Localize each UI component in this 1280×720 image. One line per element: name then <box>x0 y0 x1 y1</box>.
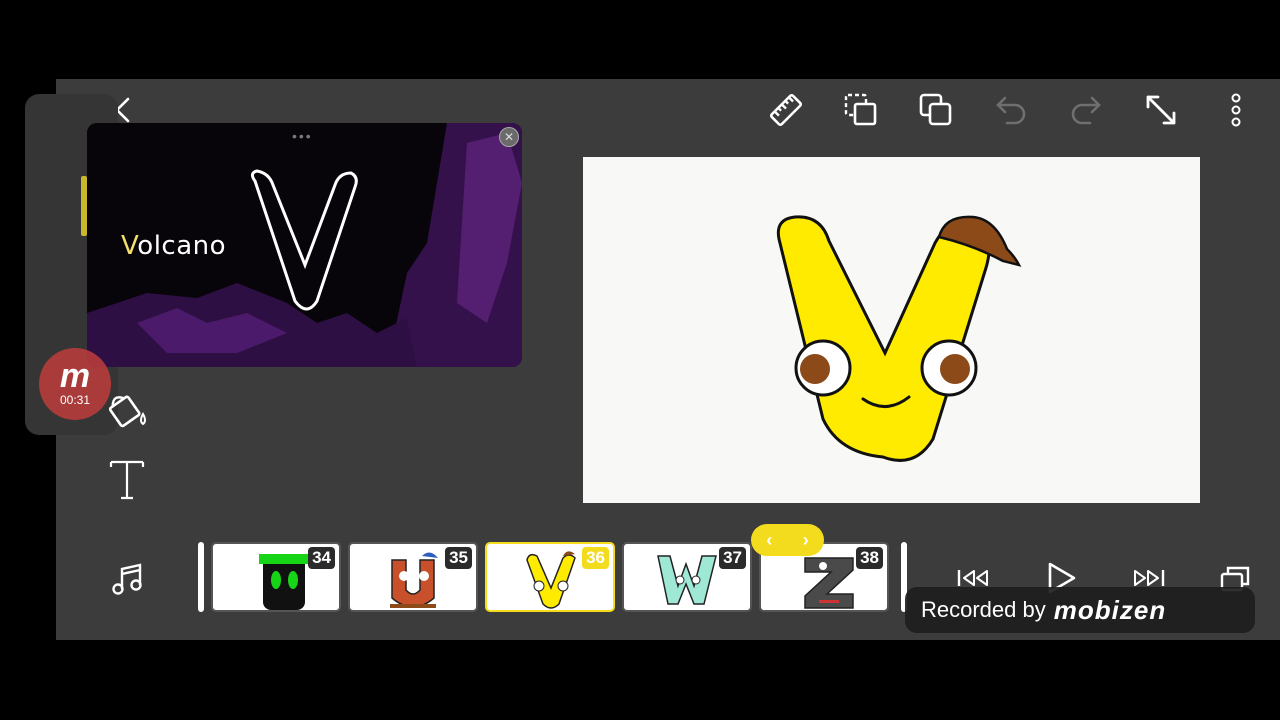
redo-icon[interactable] <box>1062 86 1110 134</box>
music-icon[interactable] <box>104 555 152 603</box>
recording-badge[interactable]: m 00:31 <box>39 348 111 420</box>
copy-frame-icon[interactable] <box>837 86 885 134</box>
frame-strip-edge <box>198 542 204 612</box>
frame-number: 36 <box>582 547 609 569</box>
frame-thumbnail[interactable]: 34 <box>211 542 341 612</box>
frame-number: 34 <box>308 547 335 569</box>
timeline-scroll-handle[interactable]: ‹ › <box>751 524 824 556</box>
undo-icon[interactable] <box>987 86 1035 134</box>
popup-drag-handle[interactable]: ••• <box>292 128 313 144</box>
watermark-label: Recorded by <box>921 597 1046 622</box>
letter-v-drawing <box>776 215 1022 462</box>
chevron-right-icon: › <box>802 529 809 550</box>
frame-thumbnail[interactable]: 37 <box>622 542 752 612</box>
frame-thumbnail-active[interactable]: 36 <box>485 542 615 612</box>
frame-number: 35 <box>445 547 472 569</box>
drawing-canvas[interactable] <box>583 157 1200 503</box>
reference-word: Volcano <box>121 231 227 261</box>
close-icon[interactable]: ✕ <box>499 127 519 147</box>
fill-bucket-icon[interactable] <box>103 386 151 434</box>
frame-thumbnail[interactable]: 35 <box>348 542 478 612</box>
recording-time: 00:31 <box>59 393 91 407</box>
duplicate-icon[interactable] <box>912 86 960 134</box>
frame-number: 37 <box>719 547 746 569</box>
text-tool-icon[interactable] <box>103 456 151 504</box>
frame-number: 38 <box>856 547 883 569</box>
recorder-logo: m <box>59 357 91 395</box>
ruler-icon[interactable] <box>762 86 810 134</box>
watermark-brand: mobizen <box>1053 594 1167 625</box>
chevron-left-icon: ‹ <box>766 529 773 550</box>
more-icon[interactable] <box>1212 86 1260 134</box>
expand-icon[interactable] <box>1137 86 1185 134</box>
recording-watermark: Recorded by mobizen <box>905 587 1255 633</box>
